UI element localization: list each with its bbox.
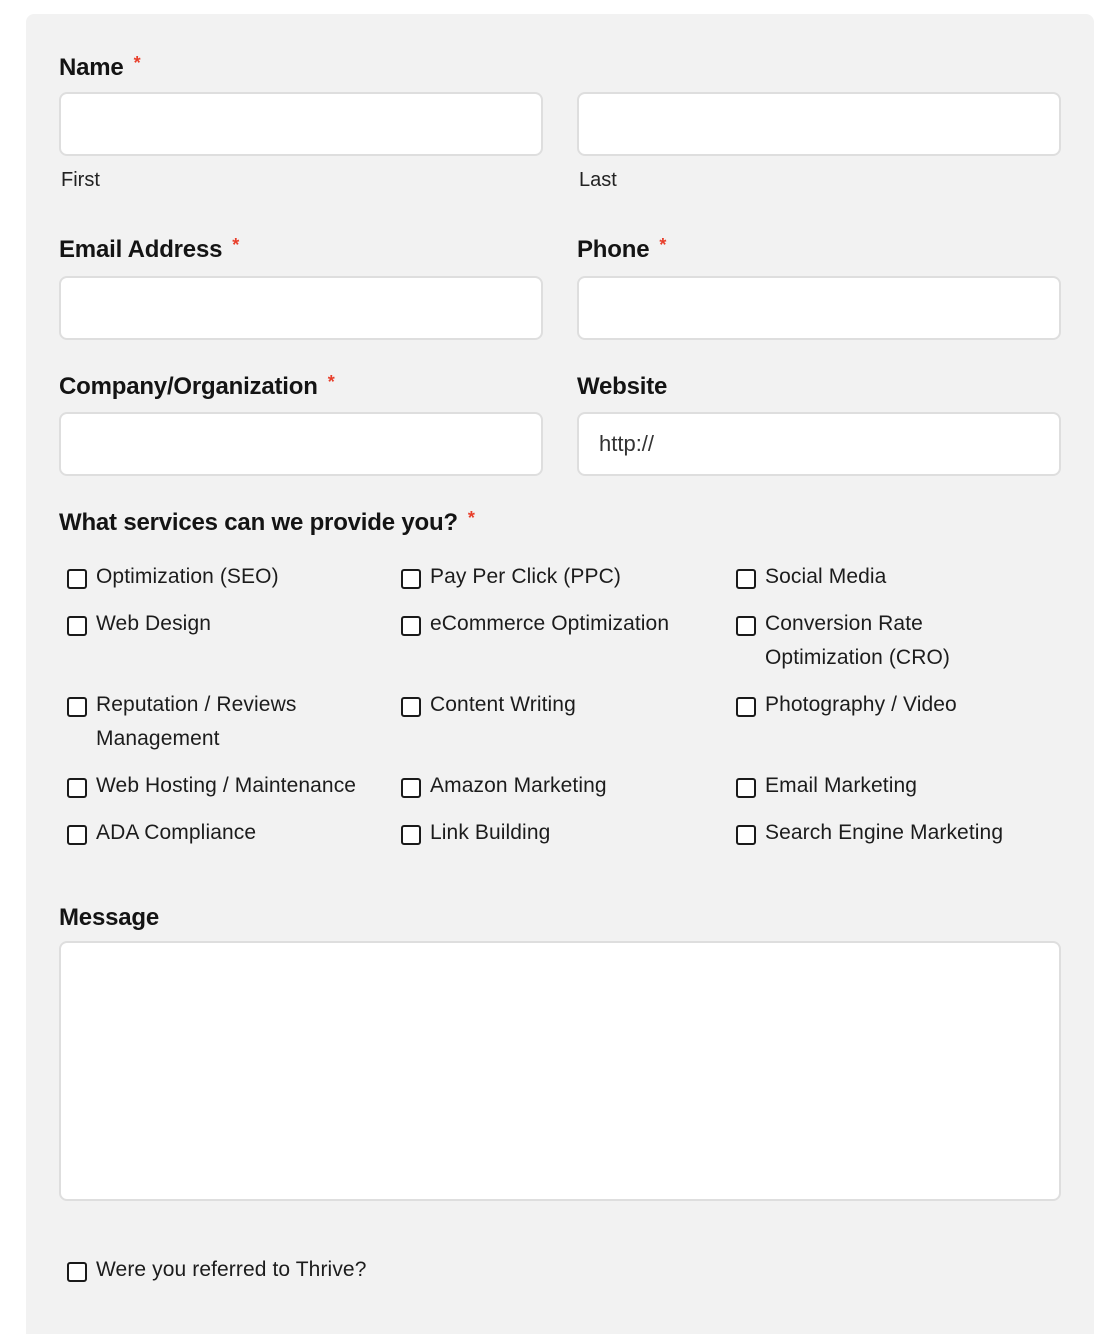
checkbox[interactable] bbox=[67, 616, 87, 636]
service-option-reputation[interactable]: Reputation / Reviews Management bbox=[67, 693, 317, 756]
service-option-label: Conversion Rate Optimization (CRO) bbox=[765, 612, 950, 669]
email-label: Email Address * bbox=[59, 235, 240, 265]
checkbox[interactable] bbox=[401, 697, 421, 717]
service-option-label: ADA Compliance bbox=[96, 821, 257, 844]
required-asterisk: * bbox=[133, 53, 141, 73]
service-option-sem[interactable]: Search Engine Marketing bbox=[736, 821, 1003, 850]
checkbox[interactable] bbox=[736, 825, 756, 845]
service-option-link-building[interactable]: Link Building bbox=[401, 821, 550, 850]
service-option-web-hosting[interactable]: Web Hosting / Maintenance bbox=[67, 774, 356, 803]
checkbox[interactable] bbox=[401, 616, 421, 636]
checkbox[interactable] bbox=[67, 697, 87, 717]
checkbox[interactable] bbox=[67, 1262, 87, 1282]
service-option-cro[interactable]: Conversion Rate Optimization (CRO) bbox=[736, 612, 966, 675]
service-option-amazon[interactable]: Amazon Marketing bbox=[401, 774, 607, 803]
phone-label-text: Phone bbox=[577, 236, 650, 263]
company-label-text: Company/Organization bbox=[59, 373, 318, 400]
service-option-label: Content Writing bbox=[430, 693, 576, 716]
services-label-text: What services can we provide you? bbox=[59, 509, 458, 536]
last-name-input[interactable] bbox=[577, 92, 1061, 156]
services-label: What services can we provide you? * bbox=[59, 508, 475, 538]
required-asterisk: * bbox=[327, 372, 335, 392]
service-option-seo[interactable]: Optimization (SEO) bbox=[67, 565, 279, 594]
message-textarea[interactable] bbox=[59, 941, 1061, 1201]
company-input[interactable] bbox=[59, 412, 543, 476]
name-label: Name * bbox=[59, 53, 141, 83]
name-label-text: Name bbox=[59, 54, 124, 81]
checkbox[interactable] bbox=[67, 569, 87, 589]
service-option-photography[interactable]: Photography / Video bbox=[736, 693, 957, 722]
service-option-ada[interactable]: ADA Compliance bbox=[67, 821, 256, 850]
service-option-label: Email Marketing bbox=[765, 774, 918, 797]
service-option-ppc[interactable]: Pay Per Click (PPC) bbox=[401, 565, 621, 594]
first-name-input[interactable] bbox=[59, 92, 543, 156]
service-option-label: Pay Per Click (PPC) bbox=[430, 565, 621, 588]
service-option-label: Social Media bbox=[765, 565, 887, 588]
checkbox[interactable] bbox=[736, 616, 756, 636]
required-asterisk: * bbox=[659, 235, 667, 255]
required-asterisk: * bbox=[467, 508, 475, 528]
last-name-sublabel: Last bbox=[579, 169, 617, 191]
service-option-label: Reputation / Reviews Management bbox=[96, 693, 297, 750]
checkbox[interactable] bbox=[67, 778, 87, 798]
website-label-text: Website bbox=[577, 373, 668, 400]
service-option-label: Link Building bbox=[430, 821, 551, 844]
email-input[interactable] bbox=[59, 276, 543, 340]
service-option-email-marketing[interactable]: Email Marketing bbox=[736, 774, 917, 803]
service-option-label: Photography / Video bbox=[765, 693, 957, 716]
phone-input[interactable] bbox=[577, 276, 1061, 340]
message-label: Message bbox=[59, 904, 159, 932]
phone-label: Phone * bbox=[577, 235, 667, 265]
checkbox[interactable] bbox=[67, 825, 87, 845]
service-option-label: Web Hosting / Maintenance bbox=[96, 774, 357, 797]
service-option-ecommerce[interactable]: eCommerce Optimization bbox=[401, 612, 669, 641]
first-name-sublabel: First bbox=[61, 169, 100, 191]
service-option-web-design[interactable]: Web Design bbox=[67, 612, 211, 641]
service-option-label: Search Engine Marketing bbox=[765, 821, 1004, 844]
service-option-label: eCommerce Optimization bbox=[430, 612, 670, 635]
referral-label: Were you referred to Thrive? bbox=[96, 1258, 367, 1281]
service-option-label: Web Design bbox=[96, 612, 212, 635]
company-label: Company/Organization * bbox=[59, 372, 335, 402]
referral-option[interactable]: Were you referred to Thrive? bbox=[67, 1258, 366, 1287]
checkbox[interactable] bbox=[736, 778, 756, 798]
website-label: Website bbox=[577, 373, 667, 401]
service-option-label: Amazon Marketing bbox=[430, 774, 607, 797]
required-asterisk: * bbox=[232, 235, 240, 255]
checkbox[interactable] bbox=[401, 778, 421, 798]
checkbox[interactable] bbox=[736, 569, 756, 589]
service-option-content-writing[interactable]: Content Writing bbox=[401, 693, 576, 722]
email-label-text: Email Address bbox=[59, 236, 223, 263]
checkbox[interactable] bbox=[736, 697, 756, 717]
checkbox[interactable] bbox=[401, 569, 421, 589]
service-option-label: Optimization (SEO) bbox=[96, 565, 279, 588]
message-label-text: Message bbox=[59, 904, 159, 931]
service-option-social-media[interactable]: Social Media bbox=[736, 565, 886, 594]
website-input[interactable] bbox=[577, 412, 1061, 476]
checkbox[interactable] bbox=[401, 825, 421, 845]
